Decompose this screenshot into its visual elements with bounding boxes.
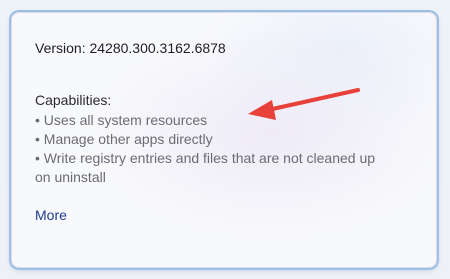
screenshot-frame: Version: 24280.300.3162.6878 Capabilitie…: [0, 0, 450, 279]
arrow-head: [248, 100, 276, 120]
red-arrow-icon: [248, 88, 360, 120]
arrow-shaft: [266, 88, 360, 112]
